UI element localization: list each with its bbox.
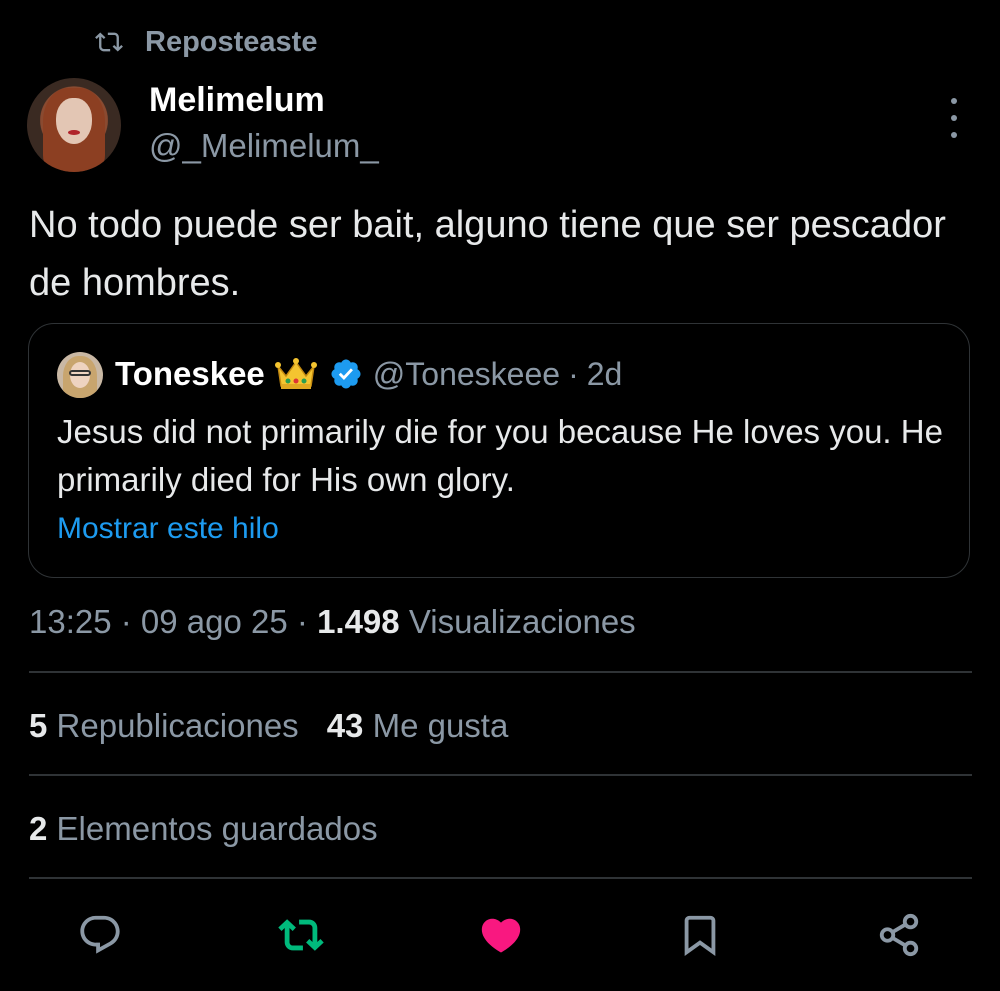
reposts-count: 5 [29, 707, 48, 744]
share-button[interactable] [874, 910, 924, 960]
quoted-author-handle: @Toneskeee [372, 355, 561, 392]
more-dot-icon [951, 98, 957, 104]
verified-badge-icon [331, 359, 361, 389]
crown-emoji-icon [274, 358, 317, 389]
repost-banner-label: Reposteaste [145, 25, 318, 58]
tweet-meta: 13:25 · 09 ago 25 · 1.498 Visualizacione… [29, 603, 636, 640]
quoted-timestamp: 2d [586, 355, 623, 392]
repost-icon [278, 919, 324, 951]
like-icon [481, 918, 521, 953]
likes-label: Me gusta [363, 707, 509, 744]
quoted-tweet-card[interactable]: Toneskee @Toneskeee · 2d Jesus did not p… [28, 323, 970, 578]
views-label: Visualizaciones [399, 603, 636, 640]
divider [29, 774, 972, 776]
reply-icon [80, 915, 120, 954]
more-options-button[interactable] [944, 98, 964, 138]
more-dot-icon [951, 132, 957, 138]
repost-banner[interactable]: Reposteaste [95, 24, 317, 60]
author-handle[interactable]: @_Melimelum_ [149, 126, 379, 166]
likes-count: 43 [326, 707, 364, 744]
quoted-tweet-text: Jesus did not primarily die for you beca… [57, 413, 943, 498]
quoted-tweet-header: Toneskee @Toneskeee · 2d [115, 354, 622, 394]
reposts-label: Republicaciones [47, 707, 299, 744]
engagement-stats: 5 Republicaciones 43 Me gusta [29, 704, 508, 748]
show-thread-link[interactable]: Mostrar este hilo [57, 512, 279, 546]
tweet-detail-view: Reposteaste Melimelum @_Melimelum_ No to… [0, 0, 1000, 991]
bookmark-button[interactable] [675, 910, 725, 960]
reposts-stat[interactable]: 5 Republicaciones [29, 707, 299, 744]
bookmarks-label: Elementos guardados [47, 810, 378, 847]
repost-button[interactable] [276, 910, 326, 960]
tweet-text: No todo puede ser bait, alguno tiene que… [29, 204, 946, 304]
author-avatar[interactable] [27, 78, 121, 172]
quoted-author-name: Toneskee [115, 355, 265, 392]
author-display-name[interactable]: Melimelum [149, 80, 325, 120]
tweet-date: 09 ago 25 [140, 603, 288, 640]
divider [29, 877, 972, 879]
divider [29, 671, 972, 673]
repost-icon [95, 32, 123, 52]
likes-stat[interactable]: 43 Me gusta [327, 707, 509, 744]
like-button[interactable] [476, 910, 526, 960]
tweet-time: 13:25 [29, 603, 112, 640]
bookmarks-stat[interactable]: 2 Elementos guardados [29, 807, 378, 851]
more-dot-icon [951, 115, 957, 121]
quoted-separator: · [568, 355, 579, 392]
reply-button[interactable] [75, 910, 125, 960]
bookmarks-count: 2 [29, 810, 48, 847]
bookmark-icon [684, 915, 716, 956]
share-icon [879, 913, 919, 957]
quoted-author-avatar [57, 352, 103, 398]
action-bar [0, 910, 1000, 960]
views-count: 1.498 [317, 603, 400, 640]
